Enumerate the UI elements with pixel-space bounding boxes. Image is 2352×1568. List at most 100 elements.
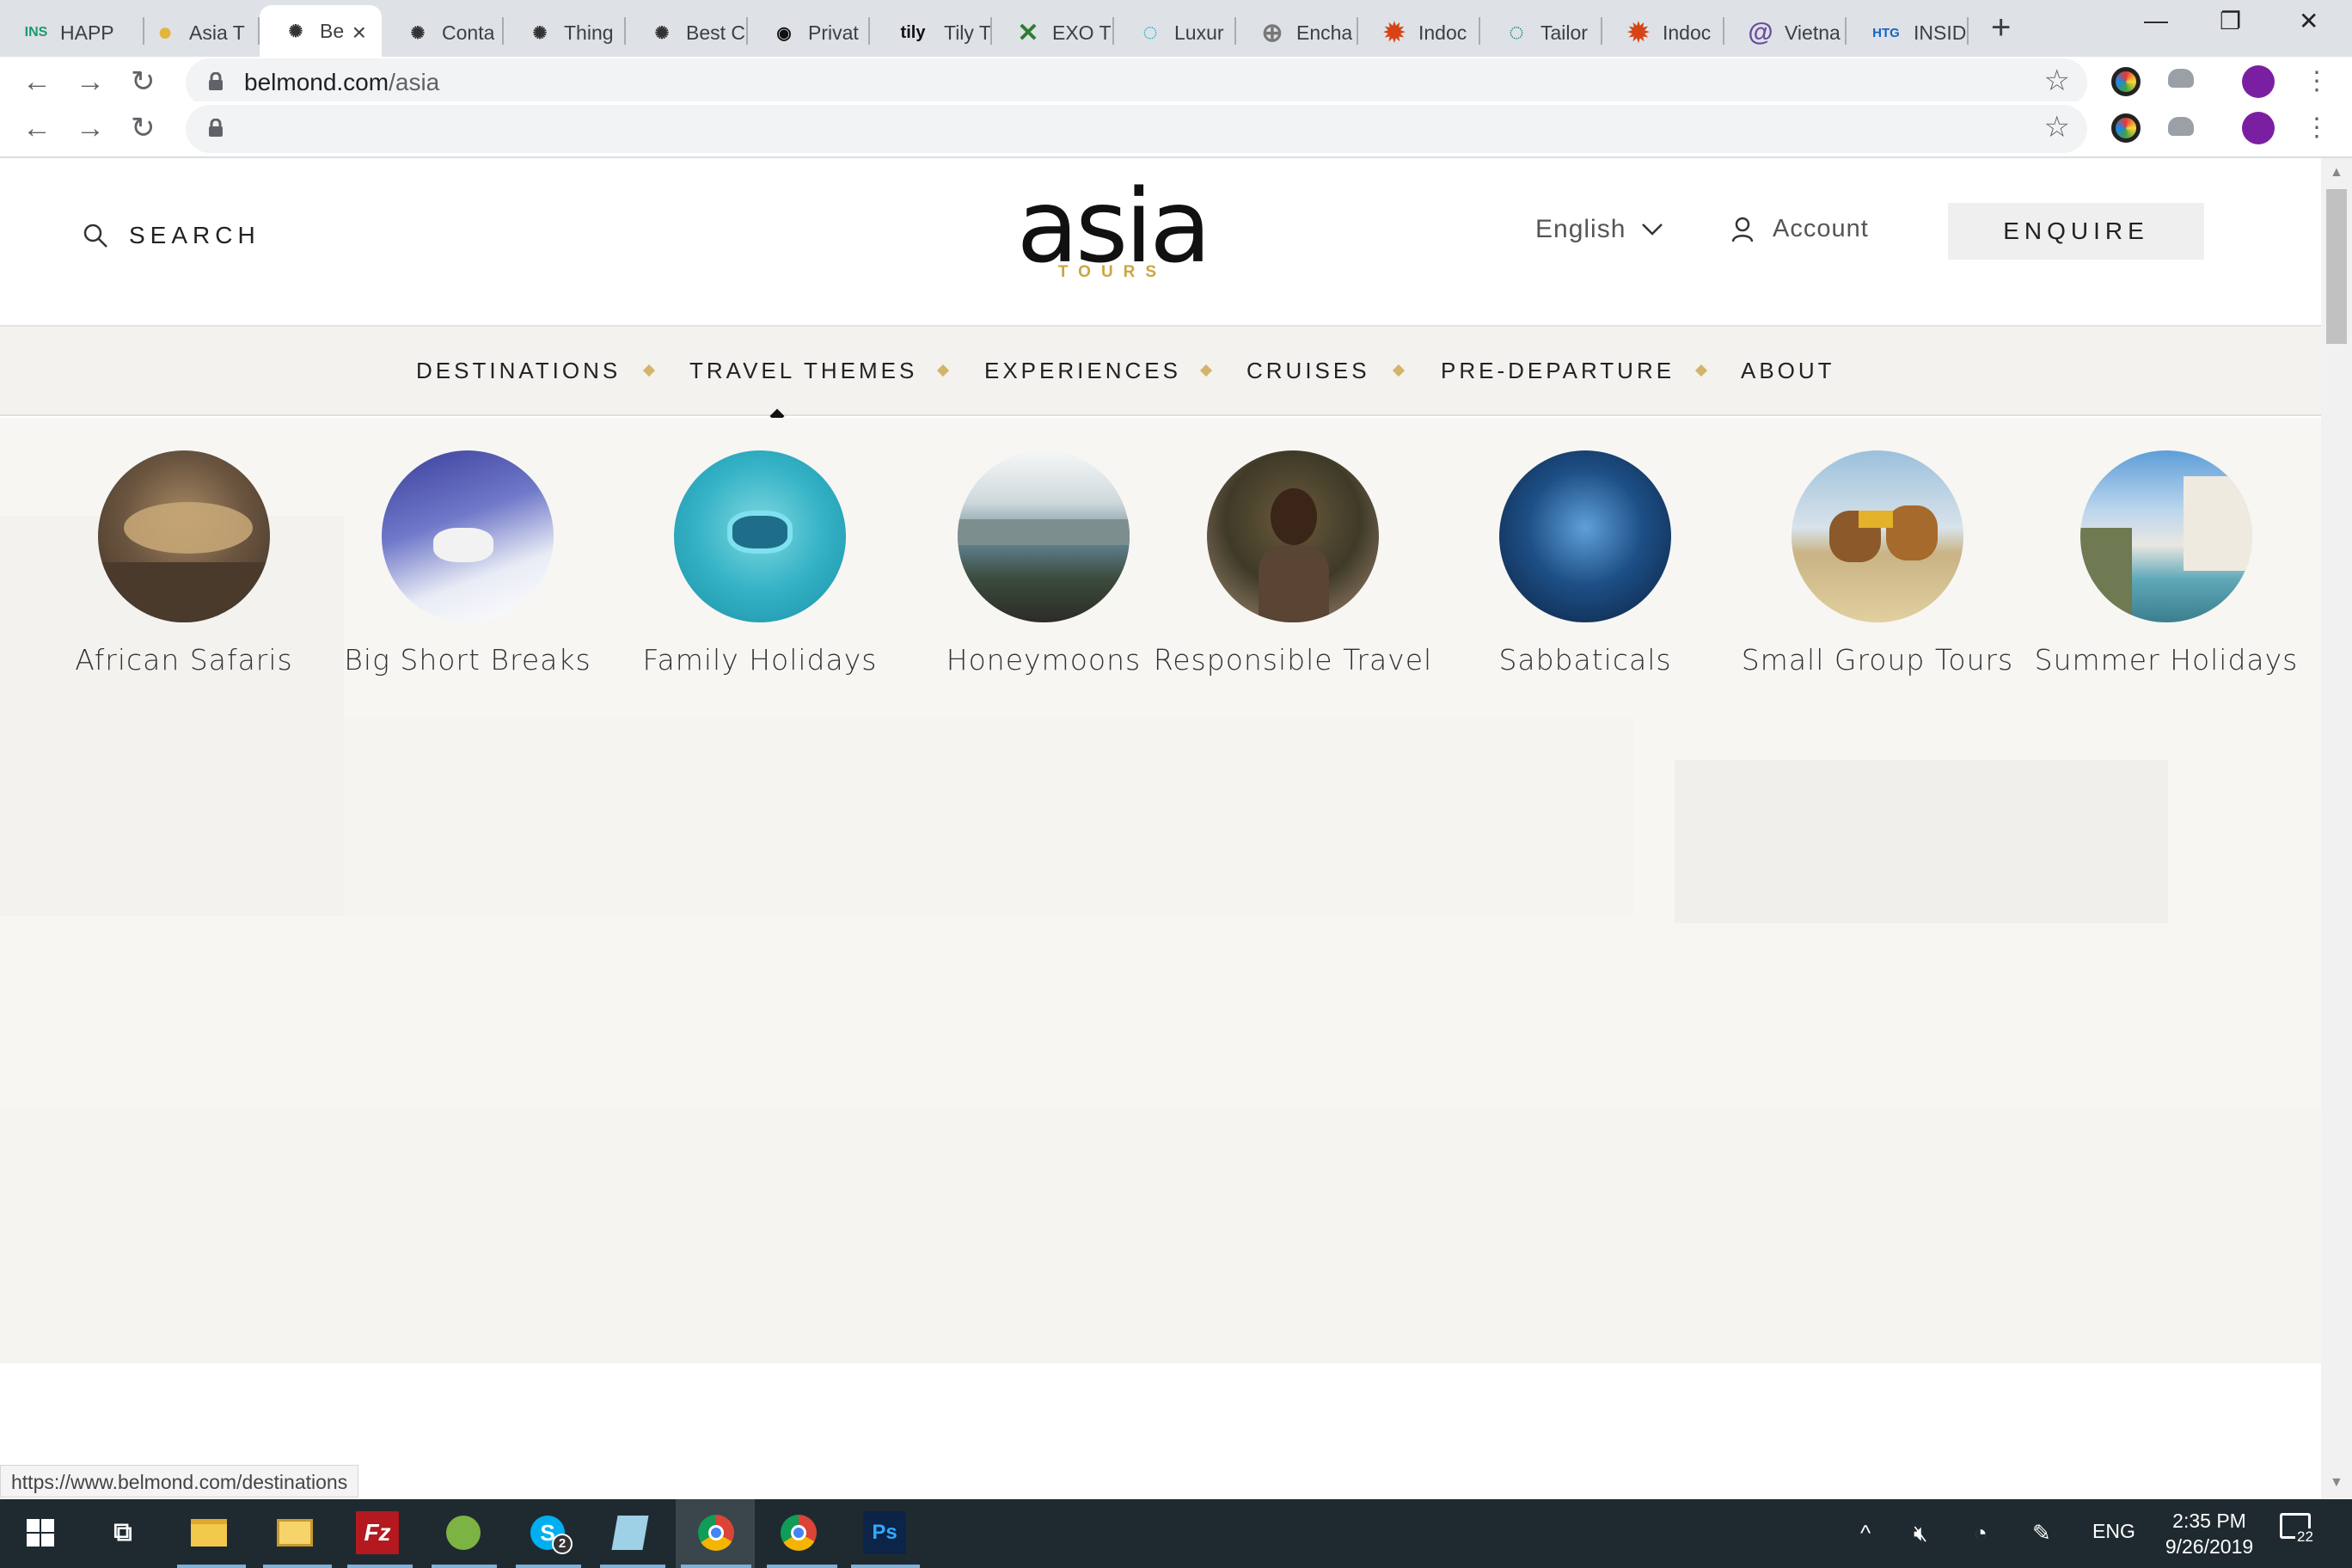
incognito-icon[interactable] (2168, 69, 2194, 88)
running-indicator (177, 1565, 246, 1568)
chrome-icon[interactable] (695, 1511, 738, 1554)
browser-tab[interactable]: ● Asia T (129, 9, 260, 57)
account-link[interactable]: Account (1731, 215, 1869, 243)
url-text: belmond.com/asia (244, 69, 440, 95)
nav-cruises[interactable]: CRUISES (1246, 358, 1370, 384)
site-header: SEARCH asia TOURS English Account ENQUIR… (0, 158, 2321, 327)
theme-label: African Safaris (75, 643, 293, 677)
enquire-button[interactable]: ENQUIRE (1948, 203, 2204, 260)
photoshop-icon[interactable]: Ps (863, 1511, 906, 1554)
restore-button[interactable]: ❐ (2220, 7, 2241, 35)
back-arrow-icon[interactable]: ← (22, 65, 52, 98)
skype-icon[interactable]: S 2 (526, 1511, 573, 1554)
mail-icon[interactable] (273, 1511, 316, 1554)
tab-favicon-icon: ✹ (1627, 18, 1650, 47)
profile-avatar[interactable] (2242, 65, 2275, 98)
browser-tab[interactable]: ⊕ Encha (1236, 9, 1358, 57)
tab-title: Thing (564, 21, 614, 44)
browser-tab[interactable]: ✺ Thing (504, 9, 626, 57)
nav-about[interactable]: ABOUT (1741, 358, 1835, 384)
reload-icon[interactable]: ↻ (131, 65, 156, 98)
task-view-icon[interactable]: ⧉ (101, 1511, 144, 1554)
close-window-button[interactable]: ✕ (2299, 7, 2318, 35)
browser-tab[interactable]: ✹ Indoc (1602, 9, 1724, 57)
tab-favicon-icon: ◌ (1142, 18, 1158, 46)
new-tab-button[interactable]: + (1991, 10, 2011, 45)
input-language[interactable]: ENG (2092, 1520, 2135, 1543)
extension-icon[interactable] (2111, 113, 2141, 143)
main-navigation: DESTINATIONS TRAVEL THEMES EXPERIENCES C… (0, 327, 2321, 416)
scrollbar-thumb[interactable] (2326, 189, 2347, 344)
theme-african-safaris[interactable]: African Safaris (38, 450, 330, 677)
incognito-icon[interactable] (2168, 117, 2194, 136)
browser-tab-active[interactable]: ✺ Be × (260, 5, 382, 57)
camels-beach-image (1792, 450, 1963, 622)
action-center-icon[interactable]: 22 (2280, 1513, 2318, 1551)
address-bar[interactable]: belmond.com/asia ☆ (186, 58, 2087, 107)
theme-big-short-breaks[interactable]: Big Short Breaks (322, 450, 614, 677)
theme-honeymoons[interactable]: Honeymoons (897, 450, 1190, 677)
minimize-button[interactable]: — (2144, 7, 2168, 34)
browser-tab[interactable]: INS HAPP (0, 9, 144, 57)
filezilla-icon[interactable]: Fz (356, 1511, 399, 1554)
chrome-icon[interactable] (777, 1511, 820, 1554)
file-explorer-icon[interactable] (187, 1511, 230, 1554)
nav-travel-themes[interactable]: TRAVEL THEMES (689, 358, 917, 384)
bookmark-star-icon[interactable]: ☆ (2044, 64, 2070, 98)
system-clock[interactable]: 2:35 PM 9/26/2019 (2149, 1508, 2269, 1559)
leopard-image (98, 450, 270, 622)
notes-icon[interactable] (609, 1511, 652, 1554)
browser-tab[interactable]: HTG INSID (1847, 9, 1969, 57)
language-selector[interactable]: English (1535, 215, 1663, 244)
wifi-icon[interactable]: ◔ (1974, 1520, 1988, 1547)
search-button[interactable]: SEARCH (83, 222, 260, 249)
scroll-up-arrow-icon[interactable]: ▲ (2330, 165, 2343, 181)
theme-summer-holidays[interactable]: Summer Holidays (2012, 450, 2321, 677)
browser-tab[interactable]: ✺ Best C (626, 9, 748, 57)
theme-responsible-travel[interactable]: Responsible Travel (1147, 450, 1439, 677)
theme-label: Big Short Breaks (344, 643, 591, 677)
theme-small-group-tours[interactable]: Small Group Tours (1731, 450, 2024, 677)
theme-sabbaticals[interactable]: Sabbaticals (1439, 450, 1731, 677)
extension-icon[interactable] (2111, 67, 2141, 96)
browser-tab[interactable]: ◌ Tailor (1480, 9, 1602, 57)
search-icon (83, 224, 107, 248)
browser-tab[interactable]: ◉ Privat (748, 9, 870, 57)
site-logo[interactable]: asia TOURS (1001, 175, 1224, 282)
theme-family-holidays[interactable]: Family Holidays (614, 450, 906, 677)
user-icon (1731, 217, 1754, 242)
profile-avatar[interactable] (2242, 112, 2275, 144)
windows-start-icon[interactable] (19, 1511, 62, 1554)
nav-pre-departure[interactable]: PRE-DEPARTURE (1441, 358, 1675, 384)
browser-tab[interactable]: ✺ Conta (382, 9, 504, 57)
pen-icon[interactable]: ✎ (2032, 1520, 2051, 1547)
menu-dots-icon[interactable]: ⋮ (2304, 112, 2330, 144)
green-app-icon[interactable] (442, 1511, 485, 1554)
lock-icon (209, 119, 223, 137)
panel-footer-band (0, 1109, 2321, 1363)
browser-tab[interactable]: ✕ EXO T (992, 9, 1114, 57)
browser-tab[interactable]: ✹ Indoc (1358, 9, 1480, 57)
close-tab-icon[interactable]: × (352, 19, 366, 46)
page-scrollbar[interactable]: ▲ ▼ (2321, 158, 2352, 1499)
browser-tab[interactable]: tily Tily Tr (870, 9, 992, 57)
browser-tab[interactable]: @ Vietna (1724, 9, 1847, 57)
scroll-down-arrow-icon[interactable]: ▼ (2330, 1475, 2343, 1491)
bookmark-star-icon[interactable]: ☆ (2044, 110, 2070, 144)
tray-expand-chevron-icon[interactable]: ^ (1860, 1520, 1871, 1547)
nav-destinations[interactable]: DESTINATIONS (416, 358, 621, 384)
tab-title: Vietna (1785, 21, 1841, 44)
screen: INS HAPP ● Asia T ✺ Be × ✺ Conta ✺ Thing… (0, 0, 2352, 1568)
address-bar[interactable]: ☆ (186, 105, 2087, 153)
tab-favicon-icon: @ (1748, 18, 1773, 46)
volume-muted-icon[interactable]: 🔇︎ (1914, 1520, 1927, 1547)
running-indicator (432, 1565, 497, 1568)
nav-experiences[interactable]: EXPERIENCES (984, 358, 1181, 384)
ice-cave-image (1499, 450, 1671, 622)
forward-arrow-icon[interactable]: → (76, 65, 105, 98)
browser-tab[interactable]: ◌ Luxur (1114, 9, 1236, 57)
menu-dots-icon[interactable]: ⋮ (2304, 65, 2330, 98)
reload-icon[interactable]: ↻ (131, 112, 156, 144)
back-arrow-icon[interactable]: ← (22, 112, 52, 144)
forward-arrow-icon[interactable]: → (76, 112, 105, 144)
